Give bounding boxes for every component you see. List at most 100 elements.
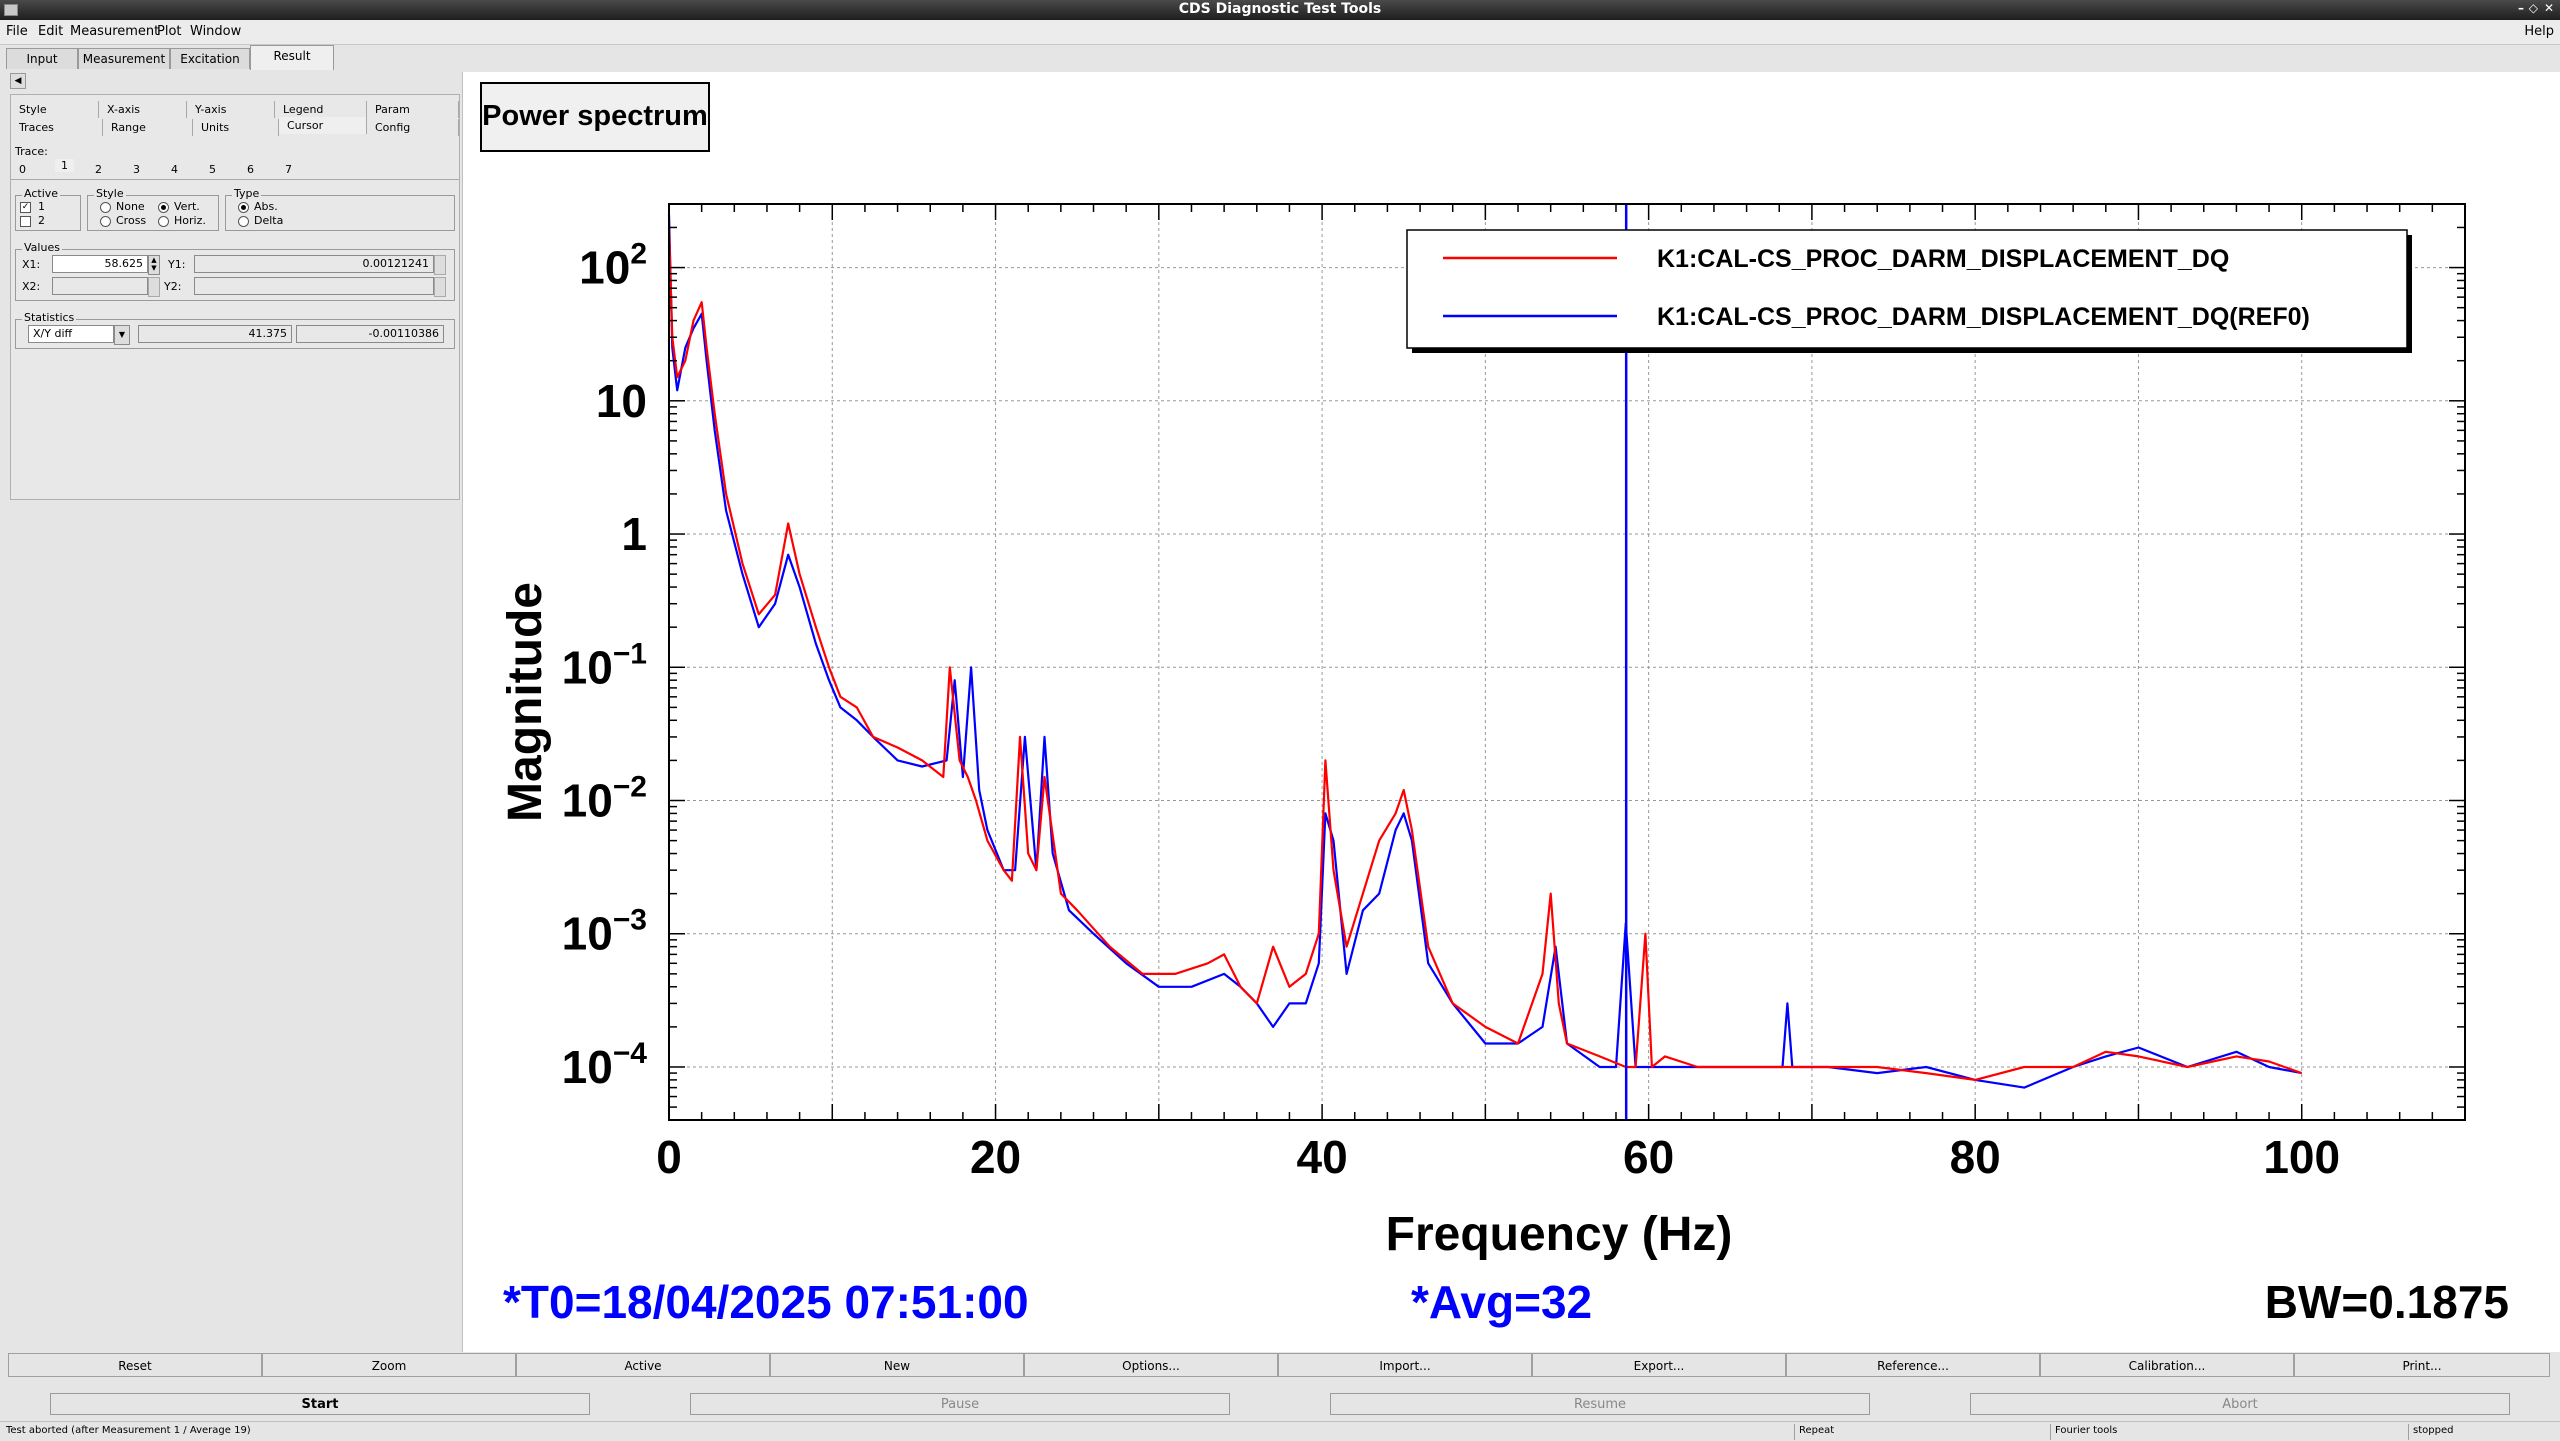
status-fourier-tools: Fourier tools bbox=[2050, 1424, 2117, 1440]
type-abs-radio[interactable] bbox=[238, 202, 249, 213]
chevron-down-icon[interactable]: ▼ bbox=[114, 325, 130, 345]
plot-settings-panel: Style X-axis Y-axis Legend Param Traces … bbox=[10, 94, 460, 500]
subtab-y-axis[interactable]: Y-axis bbox=[187, 101, 275, 118]
active-1-label: 1 bbox=[38, 200, 45, 213]
subtab-style[interactable]: Style bbox=[11, 101, 99, 118]
style-cross-label: Cross bbox=[116, 214, 147, 227]
resume-button[interactable]: Resume bbox=[1330, 1393, 1870, 1415]
values-label: Values bbox=[22, 241, 62, 254]
reference-button[interactable]: Reference... bbox=[1786, 1353, 2040, 1377]
x-tick-label: 40 bbox=[1297, 1131, 1348, 1183]
style-none-label: None bbox=[116, 200, 145, 213]
style-horiz-radio[interactable] bbox=[158, 216, 169, 227]
x2-spinner[interactable] bbox=[148, 277, 160, 297]
menu-plot[interactable]: Plot bbox=[157, 24, 182, 39]
style-vert-radio[interactable] bbox=[158, 202, 169, 213]
y-tick-label: 102 bbox=[579, 238, 647, 294]
style-label: Style bbox=[94, 187, 126, 200]
tab-measurement[interactable]: Measurement bbox=[78, 48, 170, 69]
tab-excitation[interactable]: Excitation bbox=[170, 48, 250, 69]
legend-entry-label: K1:CAL-CS_PROC_DARM_DISPLACEMENT_DQ bbox=[1657, 245, 2229, 273]
menu-bar: File Edit Measurement Plot Window Help bbox=[0, 20, 2560, 45]
status-message: Test aborted (after Measurement 1 / Aver… bbox=[6, 1425, 251, 1436]
subtab-legend[interactable]: Legend bbox=[275, 101, 367, 118]
y-tick-label: 10−2 bbox=[562, 771, 647, 827]
status-repeat: Repeat bbox=[1794, 1424, 1834, 1440]
subtab-config[interactable]: Config bbox=[367, 119, 459, 136]
x1-spinner[interactable]: ▲ ▼ bbox=[148, 255, 160, 275]
subtab-traces[interactable]: Traces bbox=[11, 119, 103, 136]
active-2-checkbox[interactable] bbox=[20, 216, 31, 227]
collapse-panel-button[interactable]: ◀ bbox=[10, 73, 26, 89]
restore-icon[interactable]: ◇ bbox=[2529, 1, 2538, 15]
reset-button[interactable]: Reset bbox=[8, 1353, 262, 1377]
style-cross-radio[interactable] bbox=[100, 216, 111, 227]
style-group: Style None Cross Vert. Horiz. bbox=[87, 187, 219, 231]
legend-entry-label: K1:CAL-CS_PROC_DARM_DISPLACEMENT_DQ(REF0… bbox=[1657, 303, 2310, 331]
zoom-button[interactable]: Zoom bbox=[262, 1353, 516, 1377]
subtab-x-axis[interactable]: X-axis bbox=[99, 101, 187, 118]
menu-file[interactable]: File bbox=[6, 24, 28, 39]
y2-field bbox=[194, 277, 434, 295]
trace-tab-6[interactable]: 6 bbox=[247, 163, 254, 176]
trace-tab-0[interactable]: 0 bbox=[19, 163, 26, 176]
trace-tab-3[interactable]: 3 bbox=[133, 163, 140, 176]
x1-input[interactable]: 58.625 bbox=[52, 255, 148, 273]
y-axis-label: Magnitude bbox=[499, 582, 552, 822]
control-row: Start Pause Resume Abort bbox=[0, 1388, 2560, 1420]
y-tick-label: 10 bbox=[596, 375, 647, 427]
type-abs-label: Abs. bbox=[254, 200, 278, 213]
import-button[interactable]: Import... bbox=[1278, 1353, 1532, 1377]
minimize-icon[interactable]: – bbox=[2518, 1, 2524, 15]
tab-input[interactable]: Input bbox=[6, 48, 78, 69]
status-bar: Test aborted (after Measurement 1 / Aver… bbox=[0, 1421, 2560, 1441]
menu-help[interactable]: Help bbox=[2524, 24, 2554, 39]
values-group: Values X1: 58.625 ▲ ▼ Y1: 0.00121241 X2: … bbox=[15, 241, 455, 301]
trace-tab-2[interactable]: 2 bbox=[95, 163, 102, 176]
print-button[interactable]: Print... bbox=[2294, 1353, 2550, 1377]
menu-measurement[interactable]: Measurement bbox=[70, 24, 159, 39]
x-tick-label: 0 bbox=[656, 1131, 682, 1183]
statistics-group: Statistics X/Y diff ▼ 41.375 -0.00110386 bbox=[15, 311, 455, 349]
subtab-cursor[interactable]: Cursor bbox=[279, 117, 367, 134]
y1-field: 0.00121241 bbox=[194, 255, 434, 273]
power-spectrum-chart[interactable]: Power spectrum 0 20 40 60 80 100 102 10 1 10−1 10−… bbox=[463, 72, 2560, 1352]
active-button[interactable]: Active bbox=[516, 1353, 770, 1377]
plot-area[interactable]: Power spectrum 0 20 40 60 80 100 102 10 1 10−1 10−… bbox=[462, 72, 2560, 1352]
tab-result[interactable]: Result bbox=[250, 45, 334, 70]
y2-spinner[interactable] bbox=[434, 277, 446, 297]
y1-spinner[interactable] bbox=[434, 255, 446, 275]
active-1-checkbox[interactable]: ✓ bbox=[20, 202, 31, 213]
abort-button[interactable]: Abort bbox=[1970, 1393, 2510, 1415]
stat-x-value: 41.375 bbox=[138, 325, 292, 343]
close-icon[interactable]: ✕ bbox=[2544, 1, 2554, 15]
menu-edit[interactable]: Edit bbox=[38, 24, 63, 39]
active-label: Active bbox=[22, 187, 61, 200]
start-button[interactable]: Start bbox=[50, 1393, 590, 1415]
style-vert-label: Vert. bbox=[174, 200, 200, 213]
plot-button-row: Reset Zoom Active New Options... Import.… bbox=[0, 1353, 2560, 1379]
y-tick-label: 10−4 bbox=[562, 1037, 648, 1093]
trace-tab-1[interactable]: 1 bbox=[55, 159, 74, 172]
subtab-range[interactable]: Range bbox=[103, 119, 193, 136]
status-state: stopped bbox=[2408, 1424, 2453, 1440]
new-button[interactable]: New bbox=[770, 1353, 1024, 1377]
x-tick-label: 100 bbox=[2263, 1131, 2340, 1183]
stat-mode-select[interactable]: X/Y diff bbox=[28, 325, 114, 343]
type-delta-radio[interactable] bbox=[238, 216, 249, 227]
trace-tab-5[interactable]: 5 bbox=[209, 163, 216, 176]
trace-tab-7[interactable]: 7 bbox=[285, 163, 292, 176]
t0-annotation: *T0=18/04/2025 07:51:00 bbox=[503, 1276, 1029, 1328]
plot-title: Power spectrum bbox=[482, 100, 708, 132]
style-none-radio[interactable] bbox=[100, 202, 111, 213]
options-button[interactable]: Options... bbox=[1024, 1353, 1278, 1377]
subtab-units[interactable]: Units bbox=[193, 119, 279, 136]
avg-annotation: *Avg=32 bbox=[1411, 1276, 1592, 1328]
subtab-param[interactable]: Param bbox=[367, 101, 459, 118]
calibration-button[interactable]: Calibration... bbox=[2040, 1353, 2294, 1377]
pause-button[interactable]: Pause bbox=[690, 1393, 1230, 1415]
trace-label: Trace: bbox=[15, 145, 48, 158]
trace-tab-4[interactable]: 4 bbox=[171, 163, 178, 176]
menu-window[interactable]: Window bbox=[190, 24, 241, 39]
export-button[interactable]: Export... bbox=[1532, 1353, 1786, 1377]
